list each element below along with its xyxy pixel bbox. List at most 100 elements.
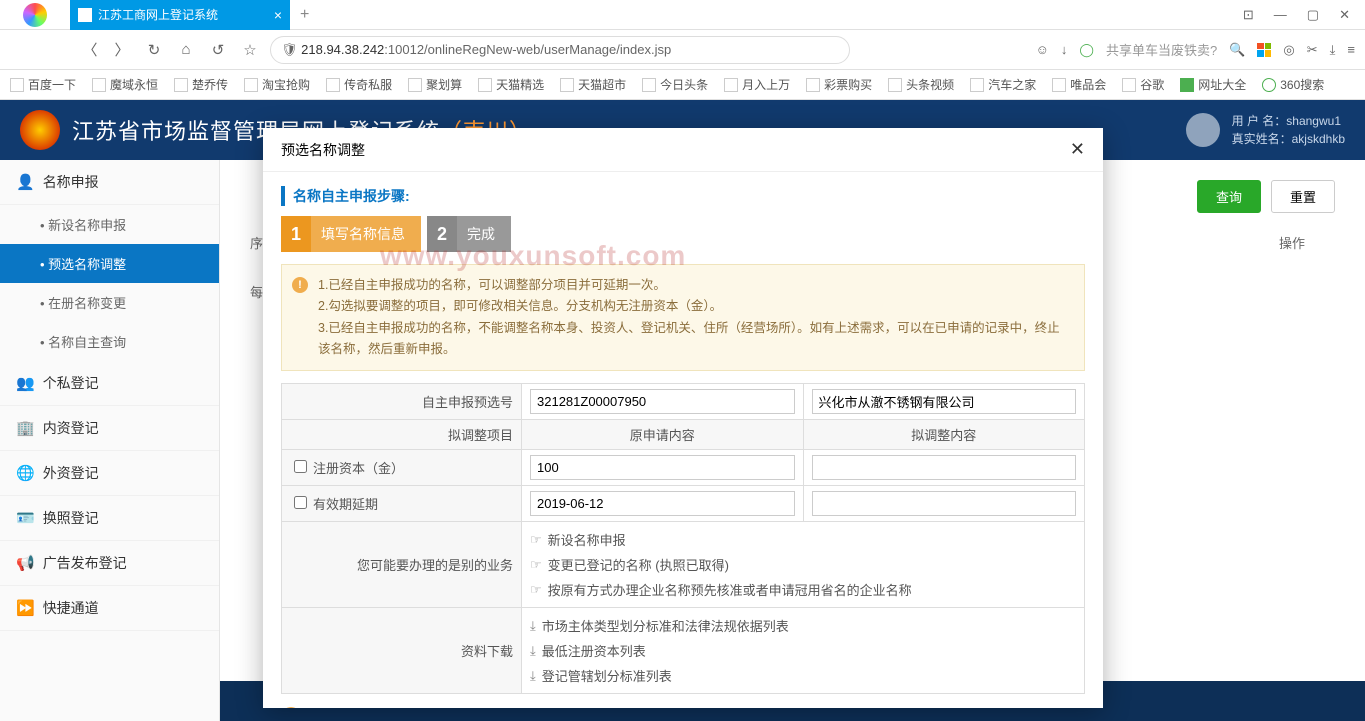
bookmark-item[interactable]: 天猫精选 bbox=[478, 76, 544, 93]
sidebar-group-naming[interactable]: 👤名称申报 bbox=[0, 160, 219, 205]
download-min-capital[interactable]: ⤓最低注册资本列表 bbox=[530, 638, 1076, 663]
username-value: shangwu1 bbox=[1286, 114, 1341, 128]
bookmark-item[interactable]: 月入上万 bbox=[724, 76, 790, 93]
modal-preselect-adjust: 预选名称调整 ✕ 名称自主申报步骤: 1填写名称信息 2完成 1.已经自主申报成… bbox=[263, 128, 1103, 708]
bookmark-item[interactable]: 唯品会 bbox=[1052, 76, 1106, 93]
window-minimize-icon[interactable]: — bbox=[1274, 7, 1287, 23]
preselect-name-input[interactable] bbox=[812, 389, 1077, 414]
download-icon: ⤓ bbox=[530, 618, 536, 634]
license-icon: 🪪 bbox=[16, 509, 35, 527]
new-tab-button[interactable]: + bbox=[290, 6, 319, 24]
query-button[interactable]: 查询 bbox=[1197, 180, 1261, 213]
info-box: 1.已经自主申报成功的名称，可以调整部分项目并可延期一次。 2.勾选拟要调整的项… bbox=[281, 264, 1085, 371]
person-icon: 👥 bbox=[16, 374, 35, 392]
label-preselect-no: 自主申报预选号 bbox=[282, 384, 522, 420]
browser-logo bbox=[0, 0, 70, 30]
modal-header: 预选名称调整 ✕ bbox=[263, 128, 1103, 172]
address-bar[interactable]: 🛡 218.94.38.242:10012/onlineRegNew-web/u… bbox=[270, 36, 850, 64]
quick-icon: ⏩ bbox=[16, 599, 35, 617]
apps-icon[interactable] bbox=[1257, 43, 1271, 57]
realname-value: akjskdhkb bbox=[1292, 132, 1345, 146]
bookmark-item[interactable]: 汽车之家 bbox=[970, 76, 1036, 93]
link-new-name[interactable]: ☞新设名称申报 bbox=[530, 527, 1076, 552]
link-change-registered[interactable]: ☞变更已登记的名称 (执照已取得) bbox=[530, 552, 1076, 577]
download-icon[interactable]: ↓ bbox=[1061, 42, 1068, 57]
refresh-icon[interactable]: ↻ bbox=[142, 38, 166, 62]
sidebar-group-license[interactable]: 🪪换照登记 bbox=[0, 496, 219, 541]
checkbox-validity[interactable] bbox=[294, 496, 307, 509]
window-maximize-icon[interactable]: ▢ bbox=[1307, 7, 1319, 23]
validity-original-input[interactable] bbox=[530, 491, 795, 516]
sidebar-item-registered-change[interactable]: • 在册名称变更 bbox=[0, 283, 219, 322]
browser-tab[interactable]: 江苏工商网上登记系统 × bbox=[70, 0, 290, 30]
bookmark-item[interactable]: 楚乔传 bbox=[174, 76, 228, 93]
bookmark-item[interactable]: 魔域永恒 bbox=[92, 76, 158, 93]
hand-icon: ☞ bbox=[530, 557, 542, 573]
bookmark-item[interactable]: 今日头条 bbox=[642, 76, 708, 93]
sidebar-item-self-query[interactable]: • 名称自主查询 bbox=[0, 322, 219, 361]
avatar-icon[interactable] bbox=[1186, 113, 1220, 147]
bookmark-item[interactable]: 淘宝抢购 bbox=[244, 76, 310, 93]
app-logo-icon bbox=[20, 110, 60, 150]
link-original-method[interactable]: ☞按原有方式办理企业名称预先核准或者申请冠用省名的企业名称 bbox=[530, 577, 1076, 602]
window-controls: ⊡ — ▢ ✕ bbox=[1243, 7, 1365, 23]
sidebar-group-domestic[interactable]: 🏢内资登记 bbox=[0, 406, 219, 451]
download2-icon[interactable]: ⤓ bbox=[1330, 42, 1336, 58]
step-2[interactable]: 2完成 bbox=[427, 216, 511, 252]
sidebar-group-quick[interactable]: ⏩快捷通道 bbox=[0, 586, 219, 631]
shield-icon: 🛡 bbox=[281, 42, 298, 58]
sidebar-group-foreign[interactable]: 🌐外资登记 bbox=[0, 451, 219, 496]
bookmark-item[interactable]: 360搜索 bbox=[1262, 76, 1324, 93]
head-original: 原申请内容 bbox=[522, 420, 804, 450]
close-icon[interactable]: ✕ bbox=[1070, 139, 1085, 160]
search-icon[interactable]: 🔍 bbox=[1229, 42, 1245, 58]
tab-title: 江苏工商网上登记系统 bbox=[98, 6, 218, 23]
download-type-standard[interactable]: ⤓市场主体类型划分标准和法律法规依据列表 bbox=[530, 613, 1076, 638]
label-other-business: 您可能要办理的是别的业务 bbox=[282, 522, 522, 608]
row-validity-label: 有效期延期 bbox=[313, 497, 378, 512]
star-icon[interactable]: ☆ bbox=[238, 38, 262, 62]
modal-title: 预选名称调整 bbox=[281, 140, 365, 160]
bookmark-item[interactable]: 网址大全 bbox=[1180, 76, 1246, 93]
bookmark-item[interactable]: 谷歌 bbox=[1122, 76, 1164, 93]
bookmark-item[interactable]: 彩票购买 bbox=[806, 76, 872, 93]
building-icon: 🏢 bbox=[16, 419, 35, 437]
scissors-icon[interactable]: ✂ bbox=[1307, 42, 1318, 58]
bookmark-item[interactable]: 头条视频 bbox=[888, 76, 954, 93]
home-icon[interactable]: ⌂ bbox=[174, 38, 198, 62]
extension-icon[interactable]: ◎ bbox=[1283, 42, 1294, 58]
url-path: :10012/onlineRegNew-web/userManage/index… bbox=[384, 42, 671, 57]
sidebar-group-ad[interactable]: 📢广告发布登记 bbox=[0, 541, 219, 586]
back-icon[interactable]: 〈 bbox=[78, 38, 102, 62]
checkbox-capital[interactable] bbox=[294, 460, 307, 473]
sidebar-item-new-name[interactable]: • 新设名称申报 bbox=[0, 205, 219, 244]
search-hint[interactable]: 共享单车当废铁卖? bbox=[1106, 40, 1217, 59]
hand-icon: ☞ bbox=[530, 582, 542, 598]
restore-icon[interactable]: ↺ bbox=[206, 38, 230, 62]
bookmark-item[interactable]: 传奇私服 bbox=[326, 76, 392, 93]
download-icon: ⤓ bbox=[530, 643, 536, 659]
download-icon: ⤓ bbox=[530, 668, 536, 684]
window-close-icon[interactable]: ✕ bbox=[1339, 7, 1350, 23]
capital-original-input[interactable] bbox=[530, 455, 795, 480]
sidebar-group-individual[interactable]: 👥个私登记 bbox=[0, 361, 219, 406]
bookmark-item[interactable]: 百度一下 bbox=[10, 76, 76, 93]
download-jurisdiction[interactable]: ⤓登记管辖划分标准列表 bbox=[530, 663, 1076, 688]
bookmarks-bar: 百度一下 魔域永恒 楚乔传 淘宝抢购 传奇私服 聚划算 天猫精选 天猫超市 今日… bbox=[0, 70, 1365, 100]
browser-tab-bar: 江苏工商网上登记系统 × + ⊡ — ▢ ✕ bbox=[0, 0, 1365, 30]
window-pin-icon[interactable]: ⊡ bbox=[1243, 7, 1254, 23]
reader-icon[interactable]: ☺ bbox=[1036, 42, 1049, 57]
validity-new-input[interactable] bbox=[812, 491, 1077, 516]
capital-new-input[interactable] bbox=[812, 455, 1077, 480]
reset-button[interactable]: 重置 bbox=[1271, 180, 1335, 213]
preselect-no-input[interactable] bbox=[530, 389, 795, 414]
bookmark-item[interactable]: 天猫超市 bbox=[560, 76, 626, 93]
tab-close-icon[interactable]: × bbox=[274, 7, 282, 23]
sidebar-item-preselect-adjust[interactable]: • 预选名称调整 bbox=[0, 244, 219, 283]
step-1[interactable]: 1填写名称信息 bbox=[281, 216, 421, 252]
bookmark-item[interactable]: 聚划算 bbox=[408, 76, 462, 93]
menu-icon[interactable]: ≡ bbox=[1347, 42, 1355, 57]
label-adjust-items: 拟调整项目 bbox=[282, 420, 522, 450]
user-area: 用 户 名：shangwu1 真实姓名：akjskdhkb bbox=[1186, 112, 1345, 148]
forward-icon[interactable]: 〉 bbox=[110, 38, 134, 62]
